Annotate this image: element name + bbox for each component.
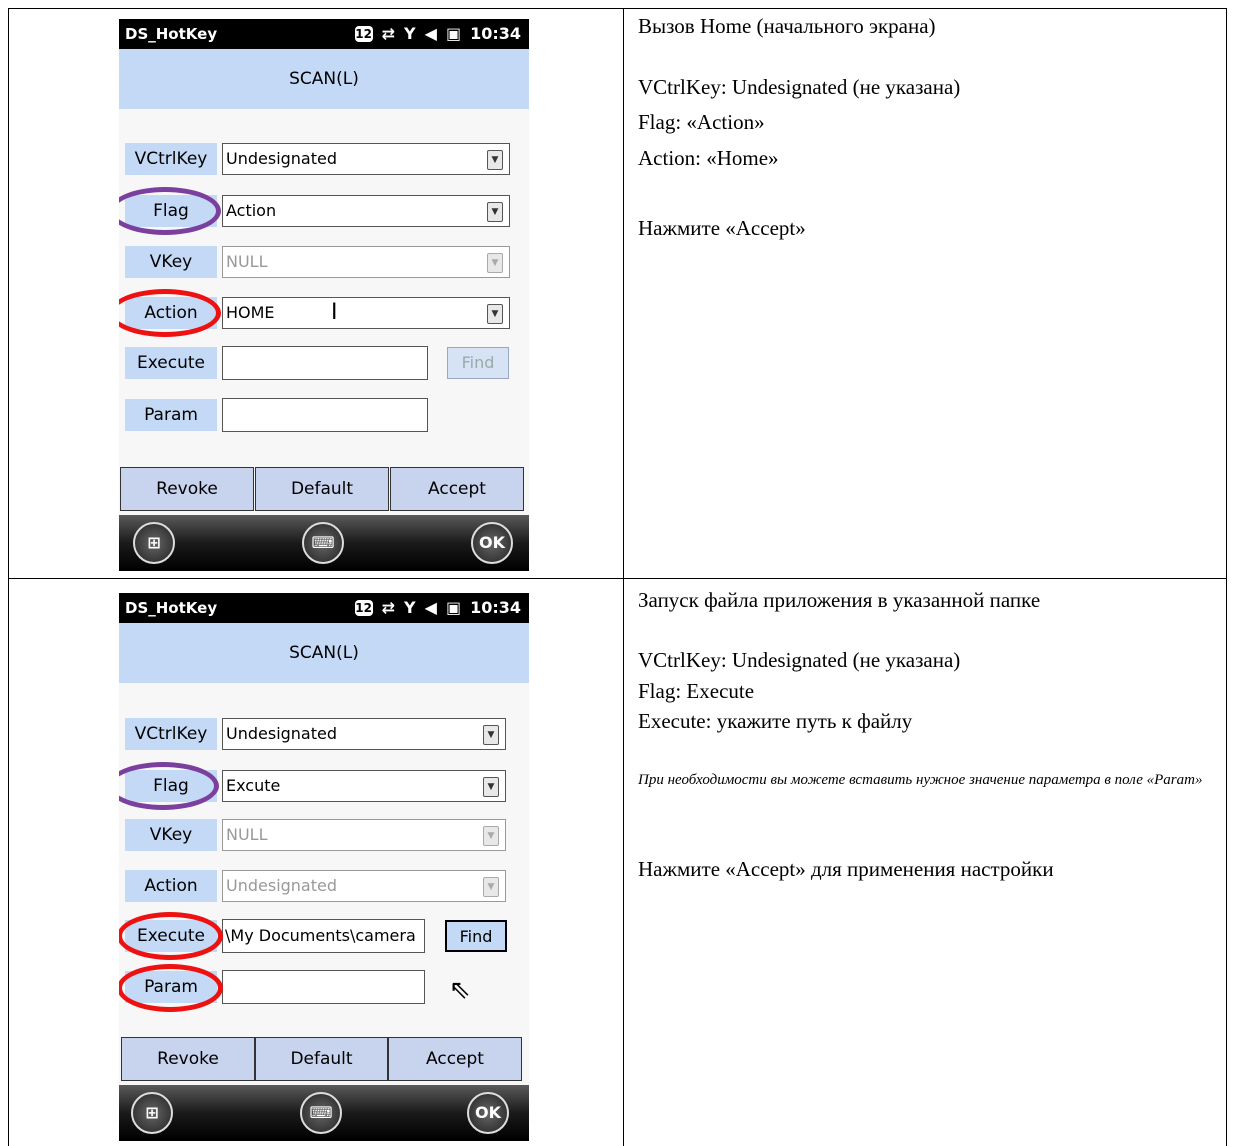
action-value: Undesignated (226, 876, 338, 895)
flag-select[interactable]: Action ▼ (222, 195, 510, 227)
execute-label: Execute (125, 347, 217, 379)
execute-field[interactable] (222, 346, 428, 380)
sync-icon: ⇄ (381, 24, 396, 43)
header: SCAN(L) (119, 49, 529, 109)
vkey-label: VKey (125, 246, 217, 278)
keyboard-icon[interactable]: ⌨ (300, 1092, 342, 1134)
action-label: Action (125, 870, 217, 902)
vctrlkey-select[interactable]: Undesignated ▼ (222, 718, 506, 750)
chevron-down-icon[interactable]: ▼ (487, 304, 503, 324)
ok-button[interactable]: OK (467, 1092, 509, 1134)
vkey-value: NULL (226, 825, 268, 844)
chevron-down-icon[interactable]: ▼ (487, 202, 503, 222)
chevron-down-icon[interactable]: ▼ (483, 777, 499, 797)
highlight-execute (119, 912, 223, 960)
chevron-down-icon[interactable]: ▼ (487, 150, 503, 170)
sync-icon: ⇄ (381, 598, 396, 617)
highlight-flag (119, 187, 221, 235)
action-select: Undesignated ▼ (222, 870, 506, 902)
table-border-right (1226, 8, 1227, 1146)
clock: 10:34 (470, 24, 521, 43)
windows-start-icon[interactable]: ⊞ (131, 1092, 173, 1134)
device-screen-1: DS_HotKey 12 ⇄ Y ◀ ▣ 10:34 SCAN(L) VCtrl… (119, 19, 529, 571)
find-button: Find (447, 347, 509, 379)
param-field[interactable] (222, 970, 425, 1004)
vkey-value: NULL (226, 252, 268, 271)
battery-icon: ▣ (445, 598, 462, 617)
windows-start-icon[interactable]: ⊞ (133, 522, 175, 564)
highlight-action (119, 289, 221, 337)
clock: 10:34 (470, 598, 521, 617)
header: SCAN(L) (119, 623, 529, 683)
desc-2-note: При необходимости вы можете вставить нуж… (638, 772, 1203, 788)
keyboard-icon[interactable]: ⌨ (302, 522, 344, 564)
desc-2-line2: Flag: Execute (638, 679, 755, 703)
vctrlkey-value: Undesignated (226, 724, 338, 743)
status-bar: DS_HotKey 12 ⇄ Y ◀ ▣ 10:34 (119, 19, 529, 49)
status-bar: DS_HotKey 12 ⇄ Y ◀ ▣ 10:34 (119, 593, 529, 623)
flag-value: Action (226, 201, 277, 220)
desc-2-line3: Execute: укажите путь к файлу (638, 709, 913, 733)
taskbar: ⊞ ⌨ OK (119, 515, 529, 571)
app-name: DS_HotKey (125, 599, 218, 617)
status-icons: 12 ⇄ Y ◀ ▣ 10:34 (354, 598, 521, 617)
accept-button[interactable]: Accept (388, 1037, 522, 1081)
page-title: SCAN(L) (289, 69, 359, 89)
desc-2-line1: VCtrlKey: Undesignated (не указана) (638, 648, 961, 672)
text-cursor-icon: I (331, 300, 338, 325)
notification-badge: 12 (354, 25, 373, 42)
flag-value: Excute (226, 776, 281, 795)
ok-button[interactable]: OK (471, 522, 513, 564)
flag-select[interactable]: Excute ▼ (222, 770, 506, 802)
param-field[interactable] (222, 398, 428, 432)
vctrlkey-value: Undesignated (226, 149, 338, 168)
chevron-down-icon: ▼ (487, 253, 503, 273)
highlight-flag (119, 762, 219, 810)
chevron-down-icon: ▼ (483, 826, 499, 846)
revoke-button[interactable]: Revoke (120, 467, 254, 511)
app-name: DS_HotKey (125, 25, 218, 43)
desc-1-line4: Нажмите «Accept» (638, 216, 806, 240)
notification-badge: 12 (354, 599, 373, 616)
desc-2-title: Запуск файла приложения в указанной папк… (638, 588, 1041, 612)
vctrlkey-label: VCtrlKey (125, 143, 217, 175)
vkey-select: NULL ▼ (222, 819, 506, 851)
accept-button[interactable]: Accept (390, 467, 524, 511)
default-button[interactable]: Default (255, 1037, 388, 1081)
device-screen-2: DS_HotKey 12 ⇄ Y ◀ ▣ 10:34 SCAN(L) VCtrl… (119, 593, 529, 1141)
default-button[interactable]: Default (255, 467, 389, 511)
status-icons: 12 ⇄ Y ◀ ▣ 10:34 (354, 24, 521, 43)
vkey-select: NULL ▼ (222, 246, 510, 278)
no-signal-icon: Y (404, 24, 416, 43)
table-border-top (8, 8, 1227, 9)
action-value: HOME (226, 303, 275, 322)
vctrlkey-select[interactable]: Undesignated ▼ (222, 143, 510, 175)
no-signal-icon: Y (404, 598, 416, 617)
param-label: Param (125, 399, 217, 431)
page-title: SCAN(L) (289, 643, 359, 663)
chevron-down-icon: ▼ (483, 877, 499, 897)
highlight-param (119, 964, 223, 1012)
chevron-down-icon[interactable]: ▼ (483, 725, 499, 745)
desc-1-line1: VCtrlKey: Undesignated (не указана) (638, 75, 961, 99)
table-border-middle (8, 578, 1227, 579)
volume-icon: ◀ (424, 598, 437, 617)
desc-1-title: Вызов Home (начального экрана) (638, 14, 936, 38)
volume-icon: ◀ (424, 24, 437, 43)
revoke-button[interactable]: Revoke (121, 1037, 255, 1081)
table-border-center (623, 8, 624, 1146)
execute-field[interactable]: \My Documents\camera (222, 919, 425, 953)
table-border-left (8, 8, 9, 1146)
taskbar: ⊞ ⌨ OK (119, 1085, 529, 1141)
desc-1-line3: Action: «Home» (638, 146, 779, 170)
action-select[interactable]: HOME I ▼ (222, 297, 510, 329)
battery-icon: ▣ (445, 24, 462, 43)
vctrlkey-label: VCtrlKey (125, 718, 217, 750)
desc-1-line2: Flag: «Action» (638, 110, 765, 134)
desc-2-line4: Нажмите «Accept» для применения настройк… (638, 857, 1054, 881)
find-button[interactable]: Find (445, 920, 507, 952)
mouse-pointer-icon: ⇖ (449, 975, 471, 1005)
vkey-label: VKey (125, 819, 217, 851)
